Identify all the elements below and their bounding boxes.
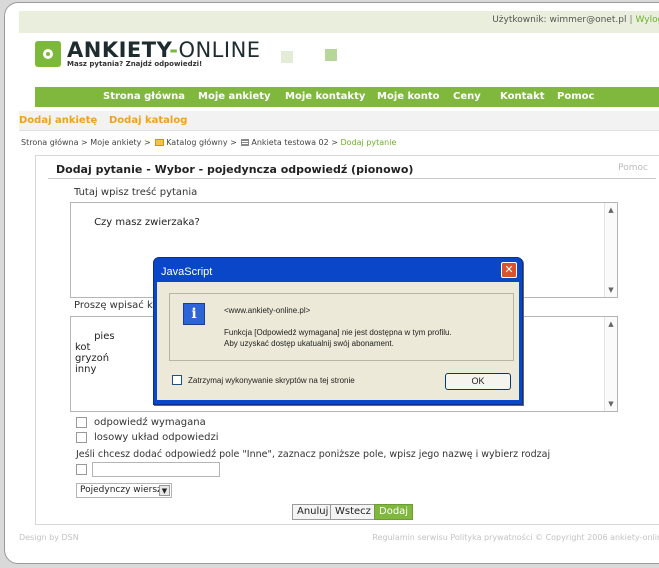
- nav-ceny[interactable]: Ceny: [453, 91, 481, 102]
- scroll-down-icon[interactable]: ▼: [606, 399, 616, 409]
- user-info: Użytkownik: wimmer@onet.pl|Wylogu: [492, 15, 659, 25]
- stop-scripts-checkbox[interactable]: [172, 375, 182, 385]
- random-order-label: losowy układ odpowiedzi: [94, 432, 219, 443]
- ok-button[interactable]: OK: [445, 373, 511, 390]
- footer-credit: Design by DSN: [19, 533, 79, 542]
- nav-moje-ankiety[interactable]: Moje ankiety: [198, 91, 271, 102]
- nav-pomoc[interactable]: Pomoc: [557, 91, 594, 102]
- decorative-square: [325, 49, 337, 61]
- dialog-site: <www.ankiety-online.pl>: [224, 306, 311, 315]
- chevron-down-icon[interactable]: ▼: [159, 485, 170, 496]
- cancel-button[interactable]: Anuluj: [292, 504, 334, 520]
- scroll-down-icon[interactable]: ▼: [606, 285, 616, 295]
- stop-scripts-label: Zatrzymaj wykonywanie skryptów na tej st…: [188, 376, 355, 385]
- scrollbar[interactable]: ▲ ▼: [604, 317, 617, 411]
- close-icon[interactable]: ✕: [501, 262, 517, 278]
- folder-icon: [155, 139, 165, 146]
- add-button[interactable]: Dodaj: [374, 504, 414, 520]
- breadcrumb: Strona główna > Moje ankiety > Katalog g…: [21, 138, 397, 147]
- random-order-checkbox[interactable]: [76, 432, 87, 443]
- site-logo[interactable]: ANKIETY-ONLINE Masz pytania? Znajdź odpo…: [35, 39, 261, 68]
- back-button[interactable]: Wstecz: [330, 504, 376, 520]
- dialog-body: i <www.ankiety-online.pl> Funkcja [Odpow…: [157, 282, 519, 400]
- other-option-type-select[interactable]: Pojedynczy wiersz ▼: [76, 483, 172, 498]
- user-label: Użytkownik:: [492, 15, 547, 25]
- dialog-message-line2: Aby uzyskać dostęp ukatualnij swój abona…: [224, 339, 394, 348]
- dialog-message-box: [169, 293, 514, 361]
- page-title: Dodaj pytanie - Wybor - pojedyncza odpow…: [56, 163, 414, 176]
- javascript-dialog: JavaScript ✕ i <www.ankiety-online.pl> F…: [153, 257, 523, 405]
- other-option-checkbox[interactable]: [76, 464, 87, 475]
- breadcrumb-surveys[interactable]: Moje ankiety: [90, 138, 141, 147]
- required-label: odpowiedź wymagana: [94, 417, 206, 428]
- select-value: Pojedynczy wiersz: [80, 485, 162, 495]
- logo-icon: [35, 40, 61, 67]
- sub-nav: Dodaj ankietę Dodaj katalog: [19, 111, 659, 131]
- scrollbar[interactable]: ▲ ▼: [604, 203, 617, 297]
- user-email: wimmer@onet.pl: [549, 15, 627, 25]
- separator: |: [629, 15, 633, 25]
- required-checkbox[interactable]: [76, 417, 87, 428]
- question-text: Czy masz zwierzaka?: [94, 217, 200, 228]
- other-option-hint: Jeśli chcesz dodać odpowiedź pole "Inne"…: [76, 449, 551, 460]
- question-label: Tutaj wpisz treść pytania: [74, 187, 198, 198]
- top-bar: Użytkownik: wimmer@onet.pl|Wylogu: [19, 11, 659, 33]
- breadcrumb-survey[interactable]: Ankieta testowa 02: [251, 138, 328, 147]
- breadcrumb-catalog[interactable]: Katalog główny: [166, 138, 227, 147]
- logo-brand: ANKIETY-ONLINE: [67, 38, 261, 62]
- logout-link[interactable]: Wylogu: [636, 15, 659, 25]
- subnav-dodaj-katalog[interactable]: Dodaj katalog: [109, 115, 187, 126]
- answers-label: Proszę wpisać k: [74, 300, 153, 311]
- breadcrumb-current: Dodaj pytanie: [340, 138, 397, 147]
- other-option-name-input[interactable]: [92, 462, 220, 477]
- list-icon: [241, 139, 250, 146]
- scroll-up-icon[interactable]: ▲: [606, 319, 616, 329]
- nav-kontakt[interactable]: Kontakt: [500, 91, 545, 102]
- nav-moje-kontakty[interactable]: Moje kontakty: [285, 91, 365, 102]
- browser-page: Użytkownik: wimmer@onet.pl|Wylogu ANKIET…: [4, 2, 659, 564]
- dialog-title: JavaScript: [161, 266, 213, 278]
- subnav-dodaj-ankiete[interactable]: Dodaj ankietę: [19, 115, 97, 126]
- info-icon: i: [183, 303, 205, 325]
- help-link[interactable]: Pomoc: [618, 163, 648, 173]
- scroll-up-icon[interactable]: ▲: [606, 205, 616, 215]
- dialog-message-line1: Funkcja [Odpowiedź wymagana] nie jest do…: [224, 328, 452, 337]
- decorative-square: [281, 51, 293, 63]
- nav-moje-konto[interactable]: Moje konto: [377, 91, 440, 102]
- divider: [48, 178, 656, 179]
- main-nav: Strona główna Moje ankiety Moje kontakty…: [35, 87, 659, 107]
- footer-links[interactable]: Regulamin serwisu Polityka prywatności ©…: [372, 533, 659, 542]
- breadcrumb-home[interactable]: Strona główna: [21, 138, 79, 147]
- answers-text: pies kot gryzoń inny: [75, 331, 115, 375]
- nav-strona-glowna[interactable]: Strona główna: [103, 91, 185, 102]
